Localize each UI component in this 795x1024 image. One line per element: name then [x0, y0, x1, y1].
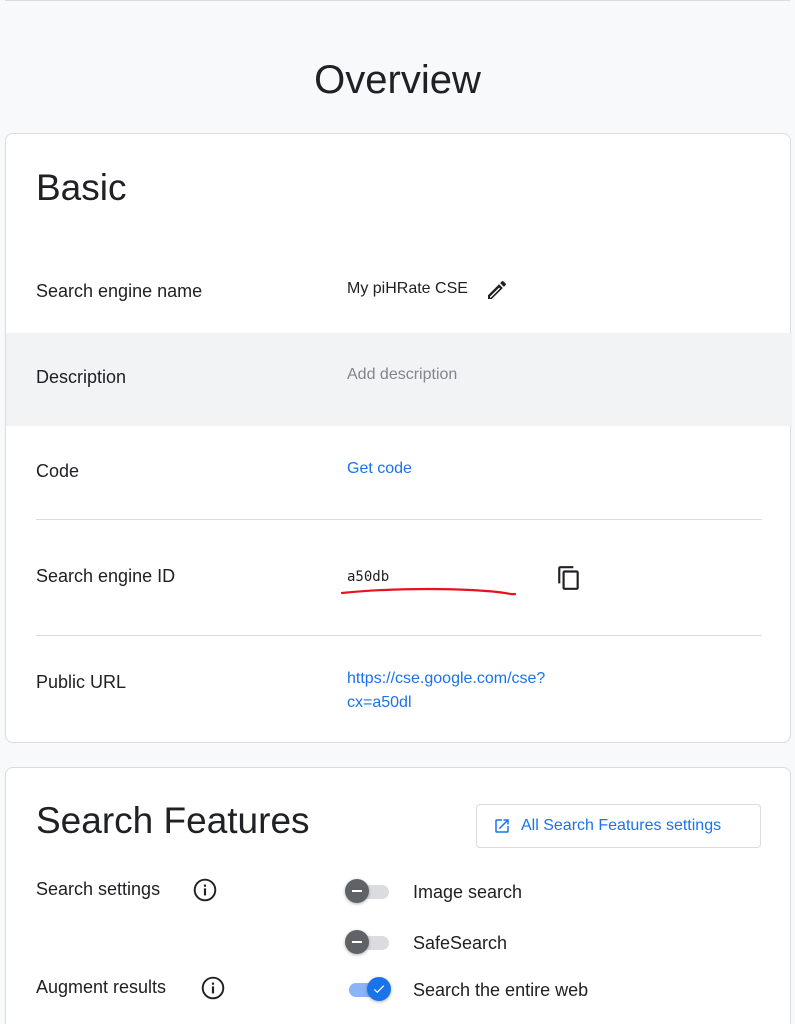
search-engine-name-row: Search engine name My piHRate CSE [6, 252, 792, 332]
red-underline-annotation [341, 587, 517, 596]
public-url-link-line2[interactable]: cx=a50dl [347, 694, 412, 712]
get-code-link[interactable]: Get code [347, 460, 412, 478]
description-label: Description [36, 367, 127, 387]
search-engine-id-label: Search engine ID [36, 566, 176, 586]
open-in-new-icon [493, 817, 511, 835]
description-row[interactable]: Description Add description [6, 333, 792, 426]
search-features-title: Search Features [36, 800, 310, 841]
divider [36, 519, 762, 520]
info-icon[interactable] [192, 877, 218, 908]
minus-icon [352, 941, 362, 943]
toggle-thumb [367, 977, 391, 1001]
image-search-label: Image search [413, 882, 523, 902]
all-search-features-settings-button[interactable]: All Search Features settings [476, 804, 761, 848]
augment-results-label: Augment results [36, 977, 167, 997]
safesearch-label: SafeSearch [413, 933, 508, 953]
code-label: Code [36, 461, 80, 481]
search-engine-id-value: a50db [347, 569, 390, 585]
search-engine-id-row: Search engine ID a50db [6, 521, 792, 636]
search-entire-web-label: Search the entire web [413, 980, 589, 1000]
search-engine-name-value: My piHRate CSE [347, 280, 468, 297]
check-icon [373, 985, 385, 994]
toggle-thumb [345, 879, 369, 903]
public-url-row: Public URL https://cse.google.com/cse? c… [6, 637, 792, 742]
safesearch-toggle[interactable] [345, 930, 391, 954]
basic-card: Basic Search engine name My piHRate CSE … [5, 133, 792, 743]
copy-icon[interactable] [556, 565, 582, 596]
search-settings-label: Search settings [36, 879, 161, 899]
page-title: Overview [314, 58, 481, 102]
overview-page: Overview Basic Search engine name My piH… [0, 0, 795, 1024]
search-features-card: Search Features All Search Features sett… [5, 767, 791, 1024]
public-url-link-line1[interactable]: https://cse.google.com/cse? [347, 670, 545, 688]
description-placeholder[interactable]: Add description [347, 366, 457, 384]
basic-card-title: Basic [36, 167, 127, 208]
search-entire-web-toggle[interactable] [345, 977, 391, 1001]
search-engine-name-label: Search engine name [36, 281, 203, 301]
code-row: Code Get code [6, 427, 792, 520]
image-search-toggle[interactable] [345, 879, 391, 903]
public-url-label: Public URL [36, 672, 127, 692]
top-divider [5, 0, 790, 1]
toggle-thumb [345, 930, 369, 954]
all-search-features-settings-label: All Search Features settings [521, 817, 722, 834]
divider [36, 635, 762, 636]
info-icon[interactable] [200, 975, 226, 1006]
minus-icon [352, 890, 362, 892]
edit-pencil-icon[interactable] [485, 278, 509, 307]
